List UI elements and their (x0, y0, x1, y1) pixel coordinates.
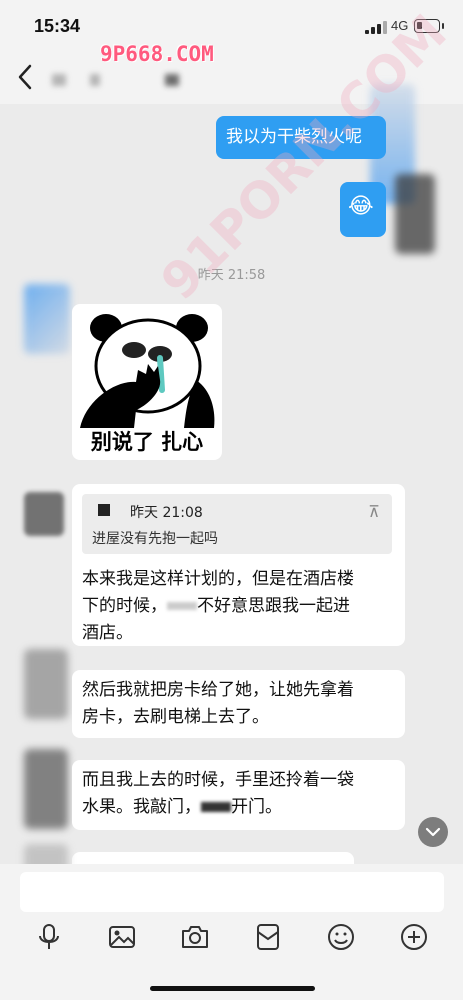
avatar-redacted (24, 284, 70, 354)
avatar-redacted (24, 749, 68, 829)
contact-name-redacted (165, 74, 179, 86)
quoted-message[interactable]: 昨天 21:08 进屋没有先抱一起吗 ⊼ (82, 494, 392, 554)
chevron-down-icon (425, 827, 441, 837)
camera-icon[interactable] (180, 922, 210, 952)
scroll-to-bottom-button[interactable] (418, 817, 448, 847)
sticker-caption: 别说了 扎心 (90, 430, 204, 454)
input-toolbar (0, 922, 463, 962)
text-redacted (167, 602, 197, 610)
message-incoming-with-quote[interactable]: 昨天 21:08 进屋没有先抱一起吗 ⊼ 本来我是这样计划的，但是在酒店楼 下的… (72, 484, 405, 646)
quoted-timestamp: 昨天 21:08 (130, 505, 203, 521)
message-line: 然后我就把房卡给了她，让她先拿着 (82, 680, 354, 700)
avatar-redacted (395, 174, 435, 254)
message-line: 酒店。 (82, 623, 133, 643)
message-line: 而且我上去的时候，手里还拎着一袋 (82, 770, 354, 790)
image-icon[interactable] (107, 922, 137, 952)
contact-name-redacted (52, 74, 66, 86)
avatar-redacted (24, 492, 64, 536)
microphone-icon[interactable] (34, 922, 64, 952)
laughing-emoji-icon: 😂 (348, 194, 374, 219)
text-redacted (201, 802, 231, 812)
avatar-redacted (24, 649, 68, 719)
watermark: 9P668.COM (100, 42, 214, 66)
quoted-text: 进屋没有先抱一起吗 (92, 531, 218, 547)
home-indicator (150, 986, 315, 991)
panda-sticker-image (80, 314, 215, 428)
status-time: 15:34 (34, 16, 81, 36)
contact-name-redacted (90, 74, 100, 86)
message-line: 下的时候， 不好意思跟我一起进 (82, 596, 350, 616)
message-line: 本来我是这样计划的，但是在酒店楼 (82, 569, 354, 589)
message-incoming[interactable]: 然后我就把房卡给了她，让她先拿着 房卡，去刷电梯上去了。 (72, 670, 405, 738)
sticker-message[interactable]: 别说了 扎心 (72, 304, 222, 460)
quoted-sender-redacted (98, 504, 110, 516)
collapse-icon[interactable]: ⊼ (368, 498, 380, 525)
input-area (0, 864, 463, 1000)
red-packet-icon[interactable] (253, 922, 283, 952)
message-input[interactable] (20, 872, 444, 912)
plus-icon[interactable] (399, 922, 429, 952)
back-icon[interactable] (14, 62, 38, 92)
message-line: 水果。我敲门， 开门。 (82, 797, 282, 817)
message-line: 房卡，去刷电梯上去了。 (82, 707, 269, 727)
message-body: 本来我是这样计划的，但是在酒店楼 下的时候， 不好意思跟我一起进 酒店。 (82, 566, 400, 647)
message-incoming[interactable]: 而且我上去的时候，手里还拎着一袋 水果。我敲门， 开门。 (72, 760, 405, 830)
emoji-icon[interactable] (326, 922, 356, 952)
signal-icon (365, 21, 387, 34)
message-outgoing-emoji[interactable]: 😂 (340, 182, 386, 237)
